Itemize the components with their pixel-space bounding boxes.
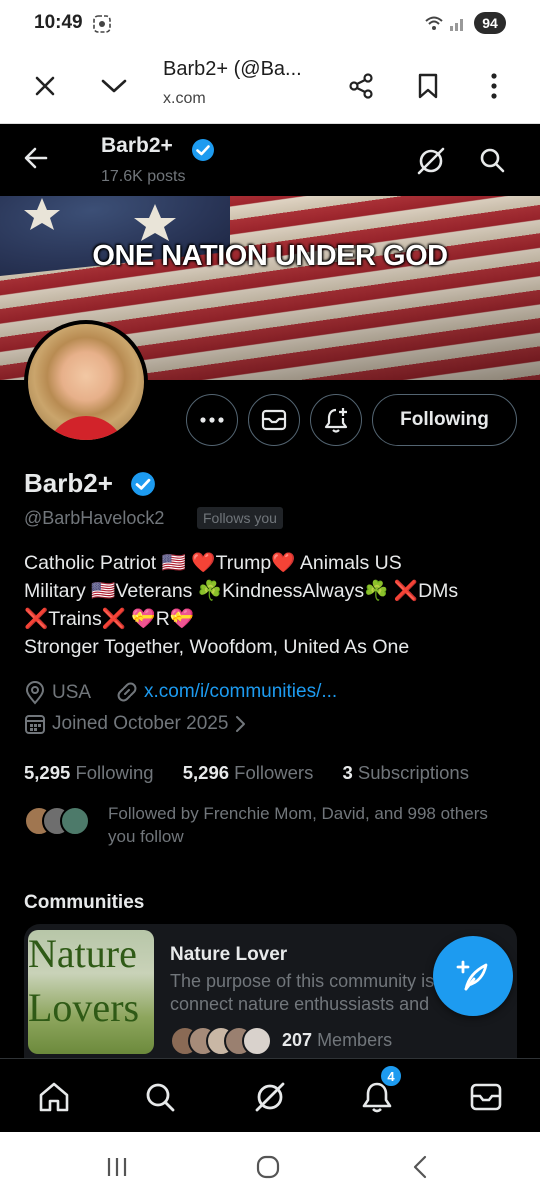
notify-button[interactable] xyxy=(310,394,362,446)
battery-indicator: 94 xyxy=(474,12,506,34)
browser-tab-bar: Barb2+ (@Ba... x.com xyxy=(0,48,540,124)
avatar xyxy=(242,1026,272,1056)
wifi-signal-icon xyxy=(424,14,468,37)
home-icon[interactable] xyxy=(32,1075,76,1119)
followers-stat[interactable]: 5,296 Followers xyxy=(183,762,314,783)
bookmark-icon[interactable] xyxy=(408,66,448,106)
profile-name: Barb2+ xyxy=(24,468,113,498)
members-count: 207 xyxy=(282,1030,313,1050)
feather-plus-icon xyxy=(456,960,488,991)
envelope-icon xyxy=(261,409,287,431)
grok-icon[interactable] xyxy=(416,146,446,181)
messages-icon[interactable] xyxy=(464,1075,508,1119)
avatar xyxy=(60,806,90,836)
profile-location: USA xyxy=(24,681,91,705)
chevron-down-icon[interactable] xyxy=(94,66,134,106)
subscriptions-stat[interactable]: 3 Subscriptions xyxy=(342,762,469,783)
verified-badge-icon xyxy=(130,471,156,502)
following-stat[interactable]: 5,295 Following xyxy=(24,762,154,783)
header-post-count: 17.6K posts xyxy=(101,168,186,185)
more-options-icon[interactable] xyxy=(474,66,514,106)
profile-bio: Catholic Patriot 🇺🇸 ❤️Trump❤️ Animals US… xyxy=(24,549,524,661)
community-thumbnail: Nature Lovers xyxy=(28,930,154,1054)
location-text: USA xyxy=(52,682,92,703)
profile-avatar[interactable] xyxy=(24,320,148,444)
bio-line: Military 🇺🇸Veterans ☘️KindnessAlways☘️ ❌… xyxy=(24,580,459,602)
thumb-word: Lovers xyxy=(28,985,140,1030)
calendar-icon xyxy=(25,715,45,734)
message-button[interactable] xyxy=(248,394,300,446)
verified-badge-icon xyxy=(191,138,215,167)
tab-title: Barb2+ (@Ba... xyxy=(163,58,302,80)
more-horizontal-icon xyxy=(200,417,224,423)
system-nav-bar xyxy=(0,1132,540,1200)
profile-page: ONE NATION UNDER GOD Barb2+ 17.6K posts … xyxy=(0,124,540,1132)
notifications-badge: 4 xyxy=(380,1065,402,1087)
recent-apps-icon[interactable] xyxy=(97,1152,137,1182)
status-time: 10:49 xyxy=(34,12,83,33)
bio-line: Catholic Patriot 🇺🇸 ❤️Trump❤️ Animals US xyxy=(24,552,402,574)
subscriptions-stat-label: Subscriptions xyxy=(357,762,469,783)
profile-handle: @BarbHavelock2 xyxy=(24,508,165,528)
location-pin-icon xyxy=(25,681,45,705)
followers-count: 5,296 xyxy=(182,762,230,783)
following-button[interactable]: Following xyxy=(372,394,517,446)
compose-post-button[interactable] xyxy=(433,936,513,1016)
profile-link-text[interactable]: x.com/i/communities/... xyxy=(144,681,337,703)
followed-by-text: Followed by Frenchie Mom, David, and 998… xyxy=(108,804,488,846)
more-actions-button[interactable] xyxy=(186,394,238,446)
following-stat-label: Following xyxy=(75,762,154,783)
thumb-word: Nature xyxy=(28,931,137,976)
banner-text: ONE NATION UNDER GOD xyxy=(92,240,448,272)
following-count: 5,295 xyxy=(24,762,71,783)
profile-link[interactable]: x.com/i/communities/... xyxy=(116,681,337,703)
followed-by[interactable]: Followed by Frenchie Mom, David, and 998… xyxy=(24,802,524,852)
bell-plus-icon xyxy=(324,408,348,433)
communities-heading: Communities xyxy=(24,892,145,913)
joined-text: Joined October 2025 xyxy=(52,713,229,734)
members-count-text: 207 Members xyxy=(282,1030,392,1051)
bottom-nav: 4 xyxy=(0,1058,540,1132)
back-button-icon[interactable] xyxy=(400,1152,440,1182)
chevron-right-icon[interactable] xyxy=(234,714,246,734)
status-bar: 10:49 94 xyxy=(0,0,540,48)
header-name: Barb2+ xyxy=(101,134,173,157)
subscriptions-count: 3 xyxy=(342,762,353,783)
followers-stat-label: Followers xyxy=(234,762,314,783)
members-label: Members xyxy=(317,1030,393,1050)
bio-line: Stronger Together, Woofdom, United As On… xyxy=(24,636,410,658)
screen-record-icon xyxy=(92,14,112,39)
close-icon[interactable] xyxy=(25,66,65,106)
search-icon[interactable] xyxy=(478,146,506,179)
community-name: Nature Lover xyxy=(170,944,288,965)
back-arrow-icon[interactable] xyxy=(22,144,50,177)
profile-joined: Joined October 2025 xyxy=(24,713,246,735)
follower-avatars xyxy=(24,806,94,836)
tab-url: x.com xyxy=(163,90,206,107)
share-icon[interactable] xyxy=(341,66,381,106)
follows-you-badge: Follows you xyxy=(197,507,283,529)
search-icon[interactable] xyxy=(138,1075,182,1119)
bio-line: ❌Trains❌ 💝R💝 xyxy=(24,608,195,630)
avatar-image xyxy=(28,324,144,440)
community-members: 207 Members xyxy=(170,1026,470,1056)
profile-stats: 5,295 Following 5,296 Followers 3 Subscr… xyxy=(24,762,469,784)
link-icon xyxy=(117,682,137,702)
home-button-icon[interactable] xyxy=(248,1152,288,1182)
profile-top-nav: Barb2+ 17.6K posts xyxy=(0,124,540,196)
grok-icon[interactable] xyxy=(248,1075,292,1119)
